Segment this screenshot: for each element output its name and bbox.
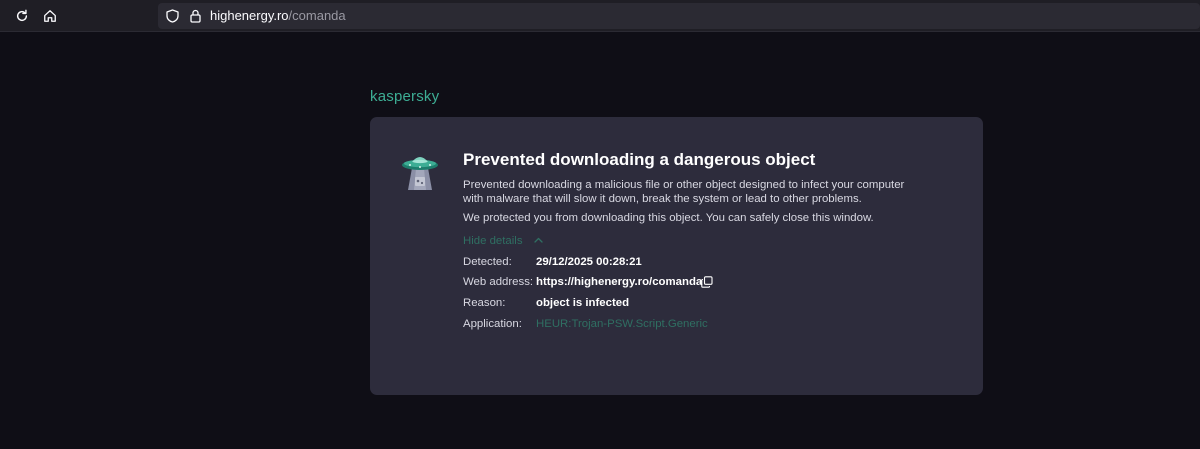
home-button[interactable]	[39, 5, 61, 27]
copy-icon[interactable]	[701, 276, 713, 288]
alert-reassurance: We protected you from downloading this o…	[463, 212, 874, 224]
detail-label: Web address:	[463, 276, 534, 288]
hide-details-toggle[interactable]: Hide details	[463, 234, 543, 248]
alert-description: Prevented downloading a malicious file o…	[463, 179, 905, 205]
reload-icon	[16, 9, 28, 22]
threat-name-link[interactable]: HEUR:Trojan-PSW.Script.Generic	[536, 317, 708, 331]
detail-value: 29/12/2025 00:28:21	[536, 256, 642, 268]
hide-details-label: Hide details	[463, 235, 523, 247]
detail-value: object is infected	[536, 297, 630, 309]
address-bar[interactable]: highenergy.ro/comanda	[158, 3, 1200, 29]
detail-label: Detected:	[463, 256, 512, 268]
kaspersky-logo: kaspersky	[370, 88, 440, 105]
lock-icon[interactable]	[190, 9, 201, 23]
home-icon	[44, 10, 56, 22]
ufo-icon	[402, 157, 438, 190]
url-text[interactable]: highenergy.ro/comanda	[210, 9, 346, 23]
chevron-up-icon	[534, 237, 543, 243]
detail-label: Reason:	[463, 297, 506, 309]
alert-title: Prevented downloading a dangerous object	[463, 150, 816, 169]
url-path: /comanda	[288, 8, 346, 23]
shield-icon[interactable]	[166, 9, 179, 23]
url-host: highenergy.ro	[210, 8, 289, 23]
alert-card: Prevented downloading a dangerous object…	[370, 117, 983, 395]
detail-value: https://highenergy.ro/comanda	[536, 276, 703, 288]
detail-label: Application:	[463, 318, 522, 330]
reload-button[interactable]	[11, 5, 33, 27]
browser-toolbar: highenergy.ro/comanda	[0, 0, 1200, 32]
